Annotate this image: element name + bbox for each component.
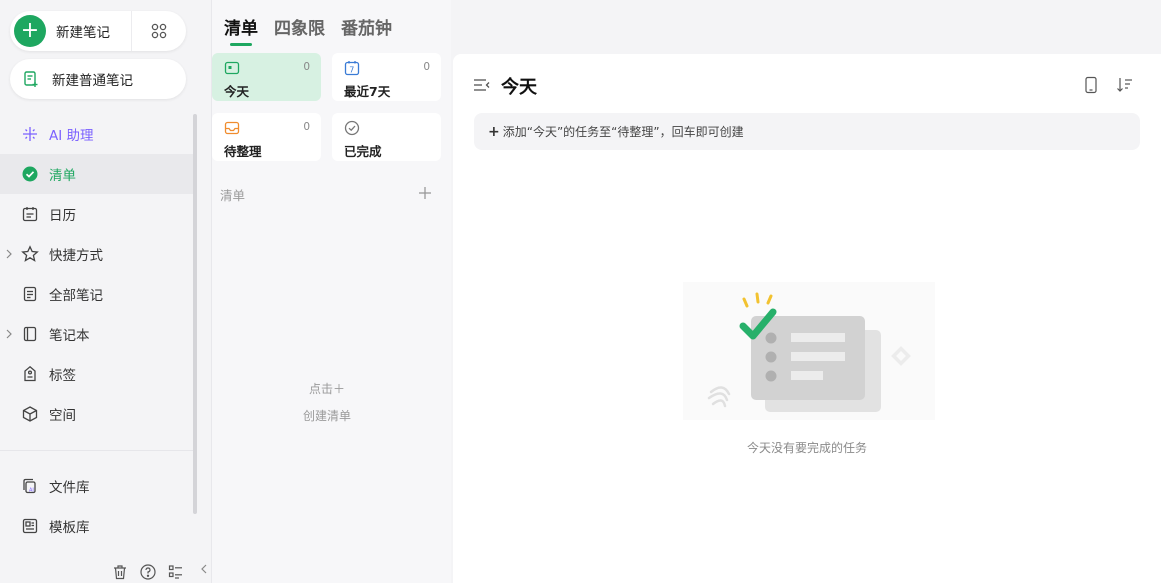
view-tabs: 清单 四象限 番茄钟 — [224, 14, 408, 46]
new-note-button[interactable]: + 新建笔记 — [10, 11, 132, 51]
sidebar-item-all-notes[interactable]: 全部笔记 — [0, 274, 197, 314]
sidebar-item-file-library[interactable]: AI 文件库 — [0, 466, 197, 506]
smart-list-title: 待整理 — [224, 144, 262, 159]
sidebar-item-notebooks[interactable]: 笔记本 — [0, 314, 197, 354]
sidebar-item-label: 清单 — [49, 168, 76, 184]
template-icon — [22, 518, 38, 534]
cube-icon — [22, 406, 38, 422]
sidebar-nav: AI 助理 清单 日历 快捷方式 全部笔记 笔记本 标签 空间 — [0, 114, 197, 434]
sidebar: + 新建笔记 新建普通笔记 AI 助理 清单 日历 快捷方式 全部笔记 笔记本 … — [0, 0, 197, 583]
add-task-input[interactable]: + 添加“今天”的任务至“待整理”，回车即可创建 — [474, 113, 1140, 150]
smart-list-today[interactable]: 0 今天 — [212, 53, 321, 101]
sidebar-item-label: 空间 — [49, 408, 76, 424]
sidebar-item-label: 标签 — [49, 368, 76, 384]
chevron-right-icon[interactable] — [4, 327, 14, 341]
lists-section-label: 清单 — [220, 188, 246, 203]
sidebar-item-calendar[interactable]: 日历 — [0, 194, 197, 234]
empty-state-illustration — [683, 282, 935, 420]
week-icon: 7 — [344, 61, 360, 76]
sidebar-item-templates[interactable]: 模板库 — [0, 506, 197, 546]
sidebar-item-checklist[interactable]: 清单 — [0, 154, 197, 194]
chevron-left-icon — [201, 564, 207, 574]
new-plain-note-label: 新建普通笔记 — [52, 73, 133, 89]
page-title: 今天 — [501, 77, 537, 98]
sort-icon[interactable] — [1116, 76, 1134, 94]
trash-icon[interactable] — [111, 563, 129, 581]
settings-list-icon[interactable] — [167, 563, 185, 581]
create-list-link[interactable]: 创建清单 — [303, 407, 351, 424]
sidebar-item-tags[interactable]: 标签 — [0, 354, 197, 394]
empty-list-hint[interactable]: 点击＋ — [309, 380, 345, 397]
sidebar-item-ai-assistant[interactable]: AI 助理 — [0, 114, 197, 154]
smart-list-title: 已完成 — [344, 144, 382, 159]
sidebar-item-label: 笔记本 — [49, 328, 90, 344]
divider — [0, 450, 197, 451]
empty-state-message: 今天没有要完成的任务 — [746, 441, 867, 455]
notes-icon — [23, 286, 37, 302]
new-plain-note-button[interactable]: 新建普通笔记 — [10, 59, 186, 99]
phone-icon[interactable] — [1084, 76, 1098, 94]
smart-list-inbox[interactable]: 0 待整理 — [212, 113, 321, 161]
smart-list-completed[interactable]: 已完成 — [332, 113, 441, 161]
plus-icon: + — [14, 15, 46, 47]
sparkle-icon — [23, 127, 37, 141]
chevron-right-icon[interactable] — [4, 247, 14, 261]
help-icon[interactable] — [139, 563, 157, 581]
collapse-list-icon[interactable] — [473, 77, 491, 93]
sidebar-footer — [111, 563, 185, 581]
sidebar-item-label: 文件库 — [49, 480, 90, 496]
note-add-icon — [24, 71, 38, 87]
add-list-icon[interactable] — [417, 185, 433, 201]
sidebar-item-shortcuts[interactable]: 快捷方式 — [0, 234, 197, 274]
main-panel: 今天 + 添加“今天”的任务至“待整理”，回车即可创建 今天没有要完成的任务 — [453, 54, 1161, 583]
inbox-icon — [224, 121, 240, 135]
plus-icon: + — [488, 123, 500, 140]
sidebar-scrollbar[interactable] — [193, 114, 197, 514]
calendar-icon — [22, 207, 38, 222]
sidebar-item-label: AI 助理 — [49, 128, 94, 144]
count-badge: 0 — [423, 61, 430, 73]
smart-list-last-7-days[interactable]: 7 0 最近7天 — [332, 53, 441, 101]
tab-quadrant[interactable]: 四象限 — [274, 14, 325, 45]
collapse-sidebar-button[interactable] — [197, 555, 211, 583]
count-badge: 0 — [303, 121, 310, 133]
grid-icon — [151, 23, 167, 39]
today-icon — [224, 61, 240, 75]
sidebar-secondary-nav: AI 文件库 模板库 — [0, 466, 197, 546]
done-icon — [344, 120, 360, 136]
sidebar-item-label: 模板库 — [49, 520, 90, 536]
star-icon — [21, 245, 39, 262]
smart-list-title: 今天 — [224, 84, 250, 99]
apps-grid-button[interactable] — [132, 11, 186, 51]
add-task-placeholder: 添加“今天”的任务至“待整理”，回车即可创建 — [502, 125, 744, 139]
sidebar-item-label: 全部笔记 — [49, 288, 103, 304]
tag-icon — [24, 365, 36, 382]
sidebar-item-label: 日历 — [49, 208, 76, 224]
svg-text:AI: AI — [29, 487, 34, 493]
sidebar-item-spaces[interactable]: 空间 — [0, 394, 197, 434]
new-note-label: 新建笔记 — [56, 25, 110, 41]
tab-checklist[interactable]: 清单 — [224, 14, 258, 46]
notebook-icon — [23, 326, 37, 342]
new-note-bar: + 新建笔记 — [10, 11, 186, 51]
ai-file-icon: AI — [23, 478, 36, 493]
tab-pomodoro[interactable]: 番茄钟 — [341, 14, 392, 45]
count-badge: 0 — [303, 61, 310, 73]
check-circle-icon — [22, 166, 38, 182]
sidebar-item-label: 快捷方式 — [49, 248, 103, 264]
svg-text:7: 7 — [349, 66, 354, 75]
smart-list-title: 最近7天 — [344, 84, 391, 99]
